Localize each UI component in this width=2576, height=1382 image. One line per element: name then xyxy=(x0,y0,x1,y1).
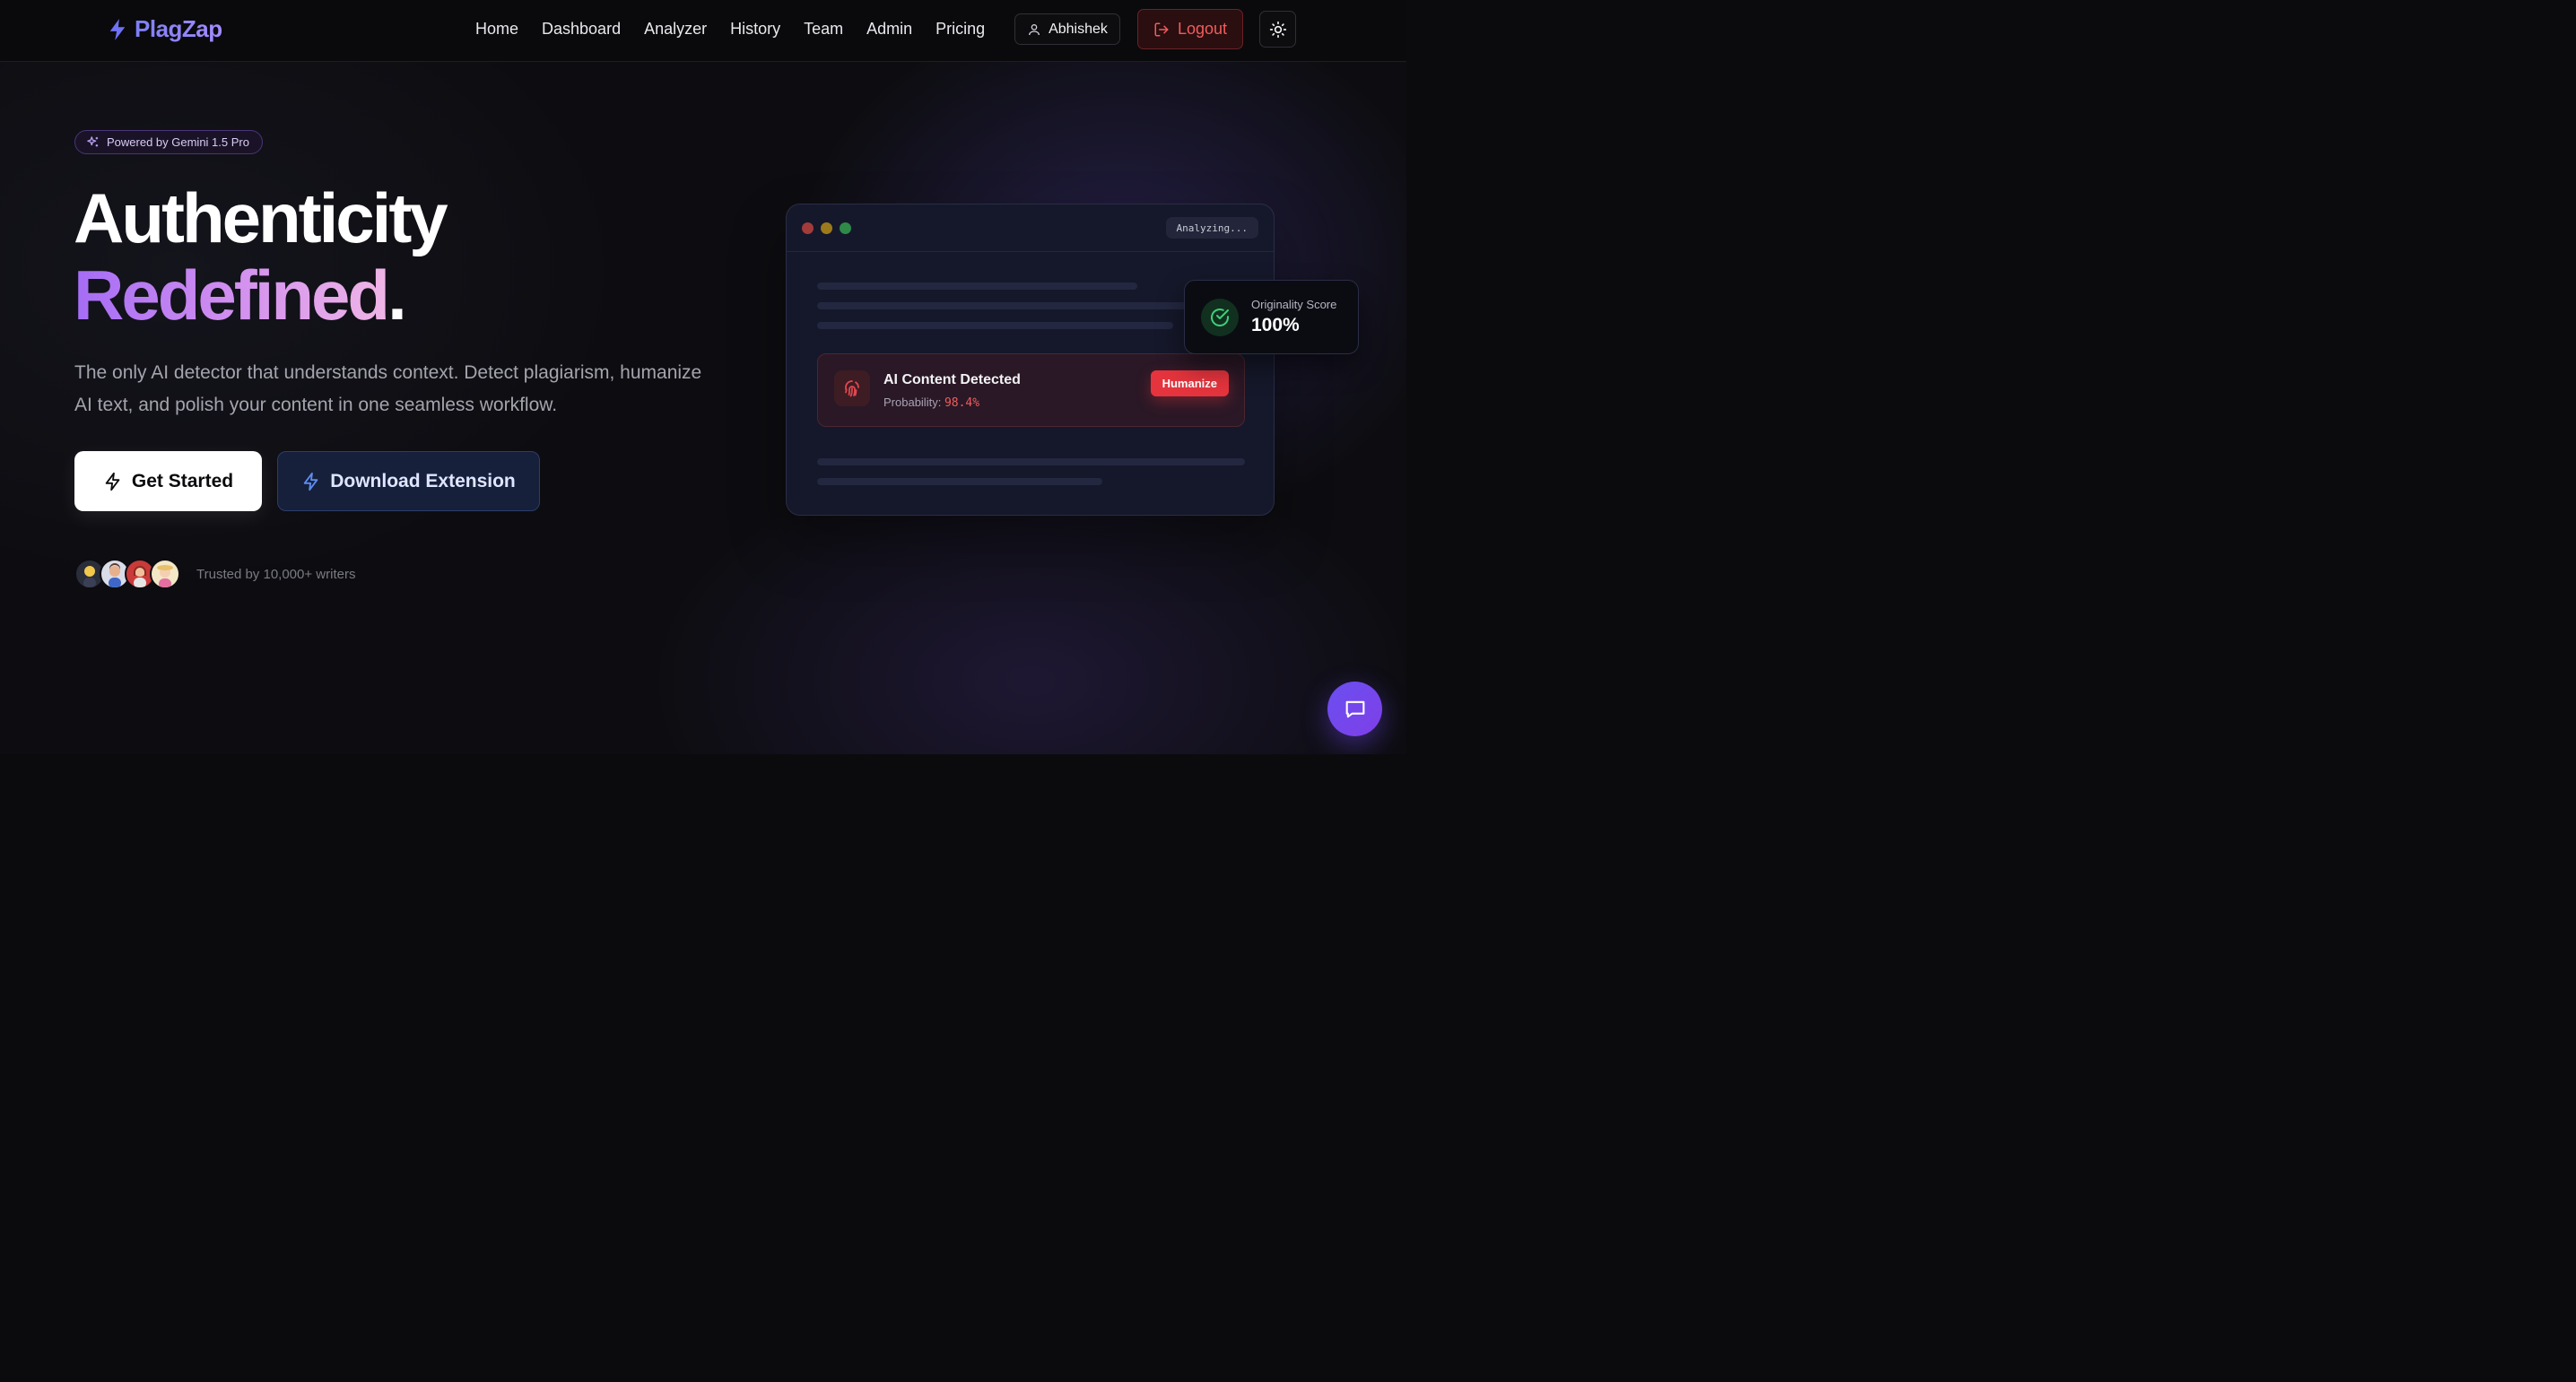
skeleton-line xyxy=(817,458,1245,465)
theme-toggle-button[interactable] xyxy=(1259,11,1296,48)
nav-links: Home Dashboard Analyzer History Team Adm… xyxy=(475,20,985,39)
hero-lead: The only AI detector that understands co… xyxy=(74,362,702,415)
brand-logo[interactable]: PlagZap xyxy=(108,15,222,43)
user-profile-button[interactable]: Abhishek xyxy=(1014,13,1120,45)
hero-title-line1: Authenticity xyxy=(74,178,448,257)
navbar: PlagZap Home Dashboard Analyzer History … xyxy=(0,0,1406,62)
originality-score-card: Originality Score 100% xyxy=(1184,280,1359,354)
window-titlebar: Analyzing... xyxy=(787,204,1274,252)
score-label: Originality Score xyxy=(1251,298,1337,311)
skeleton-line xyxy=(817,282,1137,290)
nav-link-history[interactable]: History xyxy=(730,20,780,39)
get-started-label: Get Started xyxy=(131,470,234,491)
logout-icon xyxy=(1154,22,1169,36)
ai-detected-alert: AI Content Detected Probability: 98.4% H… xyxy=(817,353,1245,427)
download-extension-button[interactable]: Download Extension xyxy=(277,451,540,511)
lightning-icon xyxy=(109,18,126,40)
sparkles-icon xyxy=(87,136,99,147)
lightning-icon xyxy=(105,472,120,491)
avatar xyxy=(150,559,180,589)
logout-label: Logout xyxy=(1177,20,1228,38)
probability-value: 98.4% xyxy=(944,396,980,410)
analyzing-status: Analyzing... xyxy=(1165,217,1258,239)
hero-title-line2: Redefined. xyxy=(74,256,446,334)
nav-link-admin[interactable]: Admin xyxy=(866,20,912,39)
chat-bubble-icon xyxy=(1345,700,1364,717)
analysis-preview-window: Analyzing... AI Content Detected Probabi… xyxy=(786,204,1275,516)
brand-name: PlagZap xyxy=(135,15,222,42)
powered-by-badge: Powered by Gemini 1.5 Pro xyxy=(74,130,263,154)
user-name: Abhishek xyxy=(1049,21,1108,37)
window-minimize-dot xyxy=(821,222,832,234)
page: PlagZap Home Dashboard Analyzer History … xyxy=(0,0,1406,754)
skeleton-line xyxy=(817,322,1173,329)
get-started-button[interactable]: Get Started xyxy=(74,451,262,511)
avatar-group xyxy=(74,559,180,589)
fingerprint-icon xyxy=(834,370,870,406)
trust-row: Trusted by 10,000+ writers xyxy=(74,559,355,589)
trust-text: Trusted by 10,000+ writers xyxy=(196,566,356,582)
alert-title: AI Content Detected xyxy=(883,372,1021,387)
check-circle-icon xyxy=(1201,299,1239,336)
nav-link-analyzer[interactable]: Analyzer xyxy=(644,20,707,39)
nav-link-home[interactable]: Home xyxy=(475,20,518,39)
badge-text: Powered by Gemini 1.5 Pro xyxy=(107,135,249,149)
nav-link-team[interactable]: Team xyxy=(804,20,843,39)
chat-button[interactable] xyxy=(1327,682,1382,736)
humanize-button[interactable]: Humanize xyxy=(1150,370,1229,396)
download-extension-label: Download Extension xyxy=(330,470,516,491)
score-value: 100% xyxy=(1251,315,1300,335)
hero-title: Authenticity Redefined. xyxy=(74,178,448,334)
window-maximize-dot xyxy=(840,222,851,234)
hero-title-dot: . xyxy=(387,256,407,335)
lightning-icon xyxy=(303,472,318,491)
nav-link-pricing[interactable]: Pricing xyxy=(936,20,985,39)
sun-icon xyxy=(1269,21,1286,38)
skeleton-line xyxy=(817,302,1212,309)
logout-button[interactable]: Logout xyxy=(1137,9,1243,49)
hero-title-gradient: Redefined xyxy=(74,256,390,335)
skeleton-line xyxy=(817,478,1102,485)
user-icon xyxy=(1029,23,1040,35)
window-close-dot xyxy=(802,222,814,234)
alert-probability: Probability: 98.4% xyxy=(883,395,979,410)
nav-link-dashboard[interactable]: Dashboard xyxy=(542,20,621,39)
probability-label: Probability: xyxy=(883,395,942,409)
